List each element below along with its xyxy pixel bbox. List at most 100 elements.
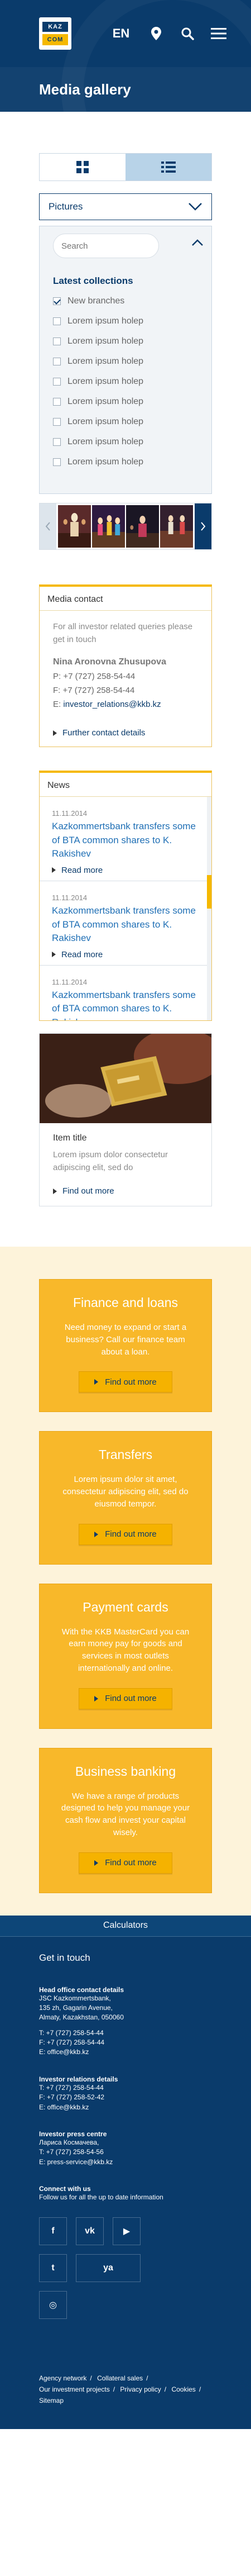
carousel-next-button[interactable] <box>195 503 211 549</box>
arrow-right-icon <box>94 1860 99 1866</box>
vk-icon[interactable]: vk <box>76 2217 104 2245</box>
investor-title: Investor relations details <box>39 2075 118 2083</box>
gallery-thumbnail[interactable] <box>126 505 159 548</box>
footer-link[interactable]: Sitemap <box>39 2397 64 2404</box>
promo-title: Payment cards <box>83 1599 168 1614</box>
collection-item[interactable]: Lorem ipsum holep <box>53 432 198 452</box>
media-contact-card: Media contact For all investor related q… <box>39 584 212 747</box>
news-scrollbar[interactable] <box>207 797 211 1020</box>
investor-fax: F: +7 (727) 258-52-42 <box>39 2093 105 2102</box>
promo-button[interactable]: Find out more <box>79 1852 172 1874</box>
gallery-thumbnail[interactable] <box>58 505 91 548</box>
promo-text: We have a range of products designed to … <box>61 1791 190 1837</box>
investor-phone: T: +7 (727) 258-54-44 <box>39 2083 104 2092</box>
checkbox[interactable] <box>53 378 61 386</box>
media-contact-title: Media contact <box>40 587 211 611</box>
contact-email-link[interactable]: investor_relations@kkb.kz <box>63 700 161 709</box>
footer-sep: / <box>113 2385 115 2393</box>
checkbox[interactable] <box>53 358 61 365</box>
collections-panel: Latest collections New branches Lorem ip… <box>39 226 212 494</box>
item-image[interactable] <box>40 1034 211 1123</box>
item-card: Item title Lorem ipsum dolor consectetur… <box>39 1033 212 1206</box>
grid-view-button[interactable] <box>40 154 126 180</box>
arrow-right-icon <box>52 952 56 958</box>
checkbox-checked[interactable] <box>53 297 61 305</box>
collection-item[interactable]: Lorem ipsum holep <box>53 412 198 432</box>
investor-email[interactable]: E: office@kkb.kz <box>39 2103 212 2112</box>
list-view-button[interactable] <box>126 154 211 180</box>
site-header: KAZ COM EN Media gallery <box>0 0 251 112</box>
promo-button[interactable]: Find out more <box>79 1371 172 1393</box>
footer-link[interactable]: Agency network <box>39 2374 86 2382</box>
promo-button[interactable]: Find out more <box>79 1523 172 1545</box>
main-content: Pictures Latest collections New branches… <box>0 153 251 1206</box>
checkbox[interactable] <box>53 398 61 406</box>
checkbox[interactable] <box>53 317 61 325</box>
read-more-label: Read more <box>61 949 103 959</box>
find-out-more-label: Find out more <box>62 1186 114 1196</box>
logo[interactable]: KAZ COM <box>39 17 71 50</box>
media-type-select[interactable]: Pictures <box>39 193 212 220</box>
press-email[interactable]: E: press-service@kkb.kz <box>39 2157 212 2167</box>
footer-link[interactable]: Our investment projects <box>39 2385 110 2393</box>
investor-block: Investor relations details T: +7 (727) 2… <box>39 2075 212 2112</box>
further-contact-link[interactable]: Further contact details <box>53 728 198 738</box>
instagram-icon[interactable]: ◎ <box>39 2290 67 2319</box>
press-block: Investor press centre Лариса Космачева, … <box>39 2130 212 2167</box>
language-switcher[interactable]: EN <box>102 26 141 41</box>
checkbox[interactable] <box>53 438 61 446</box>
news-date: 11.11.2014 <box>52 809 88 818</box>
collections-search <box>53 234 172 258</box>
collection-item[interactable]: Lorem ipsum holep <box>53 351 198 372</box>
media-contact-intro: For all investor related queries please … <box>53 622 193 644</box>
location-icon[interactable] <box>141 22 172 45</box>
promo-button[interactable]: Find out more <box>79 1688 172 1709</box>
news-headline[interactable]: Kazkommertsbank transfers some of BTA co… <box>52 820 199 861</box>
chevron-left-icon <box>45 522 50 531</box>
promo-payment-cards: Payment cards With the KKB MasterCard yo… <box>39 1583 212 1729</box>
press-title: Investor press centre <box>39 2130 107 2138</box>
checkbox[interactable] <box>53 338 61 345</box>
news-headline[interactable]: Kazkommertsbank transfers some of BTA co… <box>52 904 199 945</box>
collections-search-input[interactable] <box>61 241 172 251</box>
collection-item[interactable]: New branches <box>53 291 198 311</box>
facebook-icon[interactable]: f <box>39 2217 67 2245</box>
carousel-prev-button[interactable] <box>40 503 56 549</box>
find-out-more-link[interactable]: Find out more <box>53 1186 198 1196</box>
collection-item[interactable]: Lorem ipsum holep <box>53 311 198 331</box>
search-icon[interactable] <box>172 22 203 45</box>
collection-item[interactable]: Lorem ipsum holep <box>53 372 198 392</box>
news-scrollbar-thumb[interactable] <box>207 875 211 909</box>
head-office-email[interactable]: E: office@kkb.kz <box>39 2047 212 2057</box>
collection-label: Lorem ipsum holep <box>67 417 144 426</box>
chevron-right-icon <box>201 522 206 531</box>
checkbox[interactable] <box>53 418 61 426</box>
menu-icon[interactable] <box>203 22 234 45</box>
gallery-thumbnail[interactable] <box>92 505 125 548</box>
twitter-icon[interactable]: t <box>39 2254 67 2282</box>
read-more-link[interactable]: Read more <box>52 950 199 959</box>
collection-item[interactable]: Lorem ipsum holep <box>53 452 198 472</box>
promo-business-banking: Business banking We have a range of prod… <box>39 1747 212 1893</box>
checkbox[interactable] <box>53 458 61 466</box>
calculators-button[interactable]: Calculators <box>0 1915 251 1937</box>
gallery-thumbnail[interactable] <box>160 505 193 548</box>
promo-title: Finance and loans <box>73 1295 178 1310</box>
read-more-link[interactable]: Read more <box>52 866 199 875</box>
page-title: Media gallery <box>39 80 131 98</box>
youtube-icon[interactable]: ▶ <box>113 2217 141 2245</box>
collection-label: Lorem ipsum holep <box>67 397 144 406</box>
promo-text: With the KKB MasterCard you can earn mon… <box>61 1627 190 1673</box>
top-nav: KAZ COM EN <box>0 0 251 67</box>
footer-link[interactable]: Privacy policy <box>120 2385 161 2393</box>
chevron-up-icon[interactable] <box>191 239 204 246</box>
item-text: Lorem ipsum dolor consectetur adipiscing… <box>53 1150 168 1172</box>
footer-link[interactable]: Collateral sales <box>97 2374 143 2382</box>
get-in-touch-heading: Get in touch <box>39 1952 90 1963</box>
contact-email-prefix: E: <box>53 700 61 709</box>
collection-item[interactable]: Lorem ipsum holep <box>53 392 198 412</box>
footer-link[interactable]: Cookies <box>171 2385 195 2393</box>
news-headline[interactable]: Kazkommertsbank transfers some of BTA co… <box>52 988 199 1020</box>
collection-item[interactable]: Lorem ipsum holep <box>53 331 198 351</box>
yandex-icon[interactable]: ya <box>76 2254 141 2282</box>
